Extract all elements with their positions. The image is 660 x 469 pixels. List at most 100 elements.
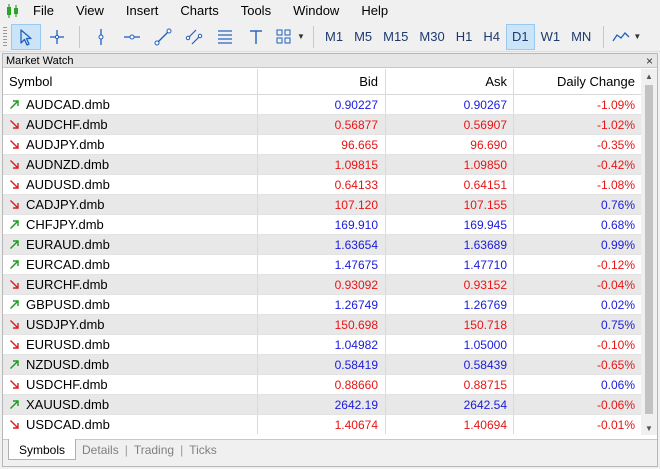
symbol-name: AUDCAD.dmb (26, 97, 110, 112)
table-row[interactable]: USDCHF.dmb 0.88660 0.88715 0.06% (3, 375, 641, 395)
table-row[interactable]: USDCAD.dmb 1.40674 1.40694 -0.01% (3, 415, 641, 434)
cursor-tool-button[interactable] (11, 23, 41, 50)
ask-cell: 150.718 (386, 315, 514, 334)
toolbar-grip[interactable] (3, 26, 7, 47)
daily-change-cell: -0.10% (514, 335, 641, 354)
table-row[interactable]: AUDUSD.dmb 0.64133 0.64151 -1.08% (3, 175, 641, 195)
table-row[interactable]: AUDCAD.dmb 0.90227 0.90267 -1.09% (3, 95, 641, 115)
line-chart-icon (612, 31, 630, 41)
toolbar-separator (603, 25, 605, 48)
timeframe-mn-button[interactable]: MN (566, 24, 596, 50)
table-row[interactable]: CHFJPY.dmb 169.910 169.945 0.68% (3, 215, 641, 235)
daily-change-cell: -0.01% (514, 415, 641, 434)
ask-cell: 0.56907 (386, 115, 514, 134)
table-row[interactable]: NZDUSD.dmb 0.58419 0.58439 -0.65% (3, 355, 641, 375)
ask-cell: 0.93152 (386, 275, 514, 294)
bid-cell: 0.64133 (258, 175, 386, 194)
shapes-dropdown-arrow-icon[interactable]: ▼ (295, 32, 307, 41)
timeframe-w1-button[interactable]: W1 (536, 24, 566, 50)
scroll-down-icon[interactable]: ▼ (641, 421, 657, 435)
symbol-name: USDCAD.dmb (26, 417, 110, 432)
scrollbar-thumb[interactable] (645, 85, 653, 414)
tab-ticks[interactable]: Ticks (183, 440, 223, 460)
channel-tool-button[interactable] (179, 24, 209, 50)
bid-cell: 1.40674 (258, 415, 386, 434)
symbol-cell: EURAUD.dmb (3, 235, 258, 254)
timeframe-m30-button[interactable]: M30 (414, 24, 449, 50)
bid-value: 1.04982 (334, 337, 378, 352)
tab-details[interactable]: Details (76, 440, 125, 460)
menu-file[interactable]: File (24, 0, 65, 22)
symbol-cell: EURUSD.dmb (3, 335, 258, 354)
timeframe-h1-button[interactable]: H1 (451, 24, 478, 50)
table-row[interactable]: CADJPY.dmb 107.120 107.155 0.76% (3, 195, 641, 215)
table-row[interactable]: USDJPY.dmb 150.698 150.718 0.75% (3, 315, 641, 335)
column-header-symbol[interactable]: Symbol (3, 69, 258, 94)
daily-change-cell: -1.02% (514, 115, 641, 134)
ask-value: 96.690 (470, 137, 507, 152)
menu-window[interactable]: Window (282, 0, 350, 22)
column-header-ask[interactable]: Ask (386, 69, 514, 94)
table-row[interactable]: XAUUSD.dmb 2642.19 2642.54 -0.06% (3, 395, 641, 415)
ask-cell: 1.05000 (386, 335, 514, 354)
symbol-name: XAUUSD.dmb (26, 397, 110, 412)
crosshair-tool-button[interactable] (42, 24, 72, 50)
daily-change-value: -1.08% (596, 177, 635, 192)
timeframe-m1-button[interactable]: M1 (320, 24, 348, 50)
menu-tools[interactable]: Tools (230, 0, 282, 22)
column-header-daily-change[interactable]: Daily Change (514, 69, 641, 94)
text-tool-button[interactable] (241, 24, 271, 50)
table-row[interactable]: EURCHF.dmb 0.93092 0.93152 -0.04% (3, 275, 641, 295)
vertical-scrollbar[interactable]: ▲ ▼ (641, 69, 657, 435)
table-row[interactable]: GBPUSD.dmb 1.26749 1.26769 0.02% (3, 295, 641, 315)
chart-type-button[interactable] (610, 24, 632, 50)
symbol-cell: EURCAD.dmb (3, 255, 258, 274)
daily-change-value: -0.06% (596, 397, 635, 412)
tab-trading[interactable]: Trading (128, 440, 180, 460)
symbol-cell: XAUUSD.dmb (3, 395, 258, 414)
table-row[interactable]: EURCAD.dmb 1.47675 1.47710 -0.12% (3, 255, 641, 275)
symbol-name: EURCHF.dmb (26, 277, 108, 292)
daily-change-value: -0.35% (596, 137, 635, 152)
timeframe-h4-button[interactable]: H4 (478, 24, 505, 50)
table-row[interactable]: AUDJPY.dmb 96.665 96.690 -0.35% (3, 135, 641, 155)
ask-value: 0.90267 (463, 97, 507, 112)
tab-symbols[interactable]: Symbols (8, 439, 77, 460)
shapes-tool-button[interactable] (272, 24, 296, 50)
bid-value: 0.88660 (334, 377, 378, 392)
timeframe-m5-button[interactable]: M5 (349, 24, 377, 50)
horizontal-line-tool-button[interactable] (117, 24, 147, 50)
table-row[interactable]: EURAUD.dmb 1.63654 1.63689 0.99% (3, 235, 641, 255)
vertical-line-tool-button[interactable] (86, 24, 116, 50)
scroll-up-icon[interactable]: ▲ (641, 69, 657, 83)
symbol-name: CHFJPY.dmb (26, 217, 104, 232)
close-icon[interactable]: × (646, 55, 653, 67)
daily-change-value: -0.42% (596, 157, 635, 172)
menu-insert[interactable]: Insert (115, 0, 170, 22)
ask-cell: 2642.54 (386, 395, 514, 414)
fibonacci-icon (218, 29, 232, 44)
menu-view[interactable]: View (65, 0, 115, 22)
daily-change-cell: 0.76% (514, 195, 641, 214)
menu-charts[interactable]: Charts (169, 0, 229, 22)
symbol-cell: USDJPY.dmb (3, 315, 258, 334)
arrow-down-icon (7, 178, 21, 192)
table-row[interactable]: AUDNZD.dmb 1.09815 1.09850 -0.42% (3, 155, 641, 175)
tab-bar: Symbols Details | Trading | Ticks (3, 439, 657, 466)
fibonacci-tool-button[interactable] (210, 24, 240, 50)
menu-help[interactable]: Help (350, 0, 399, 22)
symbol-cell: AUDCAD.dmb (3, 95, 258, 114)
table-row[interactable]: AUDCHF.dmb 0.56877 0.56907 -1.02% (3, 115, 641, 135)
app-candlestick-icon[interactable] (2, 0, 24, 22)
market-watch-panel: Market Watch × Symbol Bid Ask Daily Chan… (2, 53, 658, 467)
arrow-down-icon (7, 138, 21, 152)
timeframe-m15-button[interactable]: M15 (378, 24, 413, 50)
daily-change-value: -0.04% (596, 277, 635, 292)
ask-value: 1.63689 (463, 237, 507, 252)
trendline-tool-button[interactable] (148, 24, 178, 50)
timeframe-d1-button[interactable]: D1 (505, 23, 535, 50)
column-header-bid[interactable]: Bid (258, 69, 386, 94)
bid-value: 1.09815 (334, 157, 378, 172)
table-row[interactable]: EURUSD.dmb 1.04982 1.05000 -0.10% (3, 335, 641, 355)
chart-type-dropdown-arrow-icon[interactable]: ▼ (631, 32, 643, 41)
